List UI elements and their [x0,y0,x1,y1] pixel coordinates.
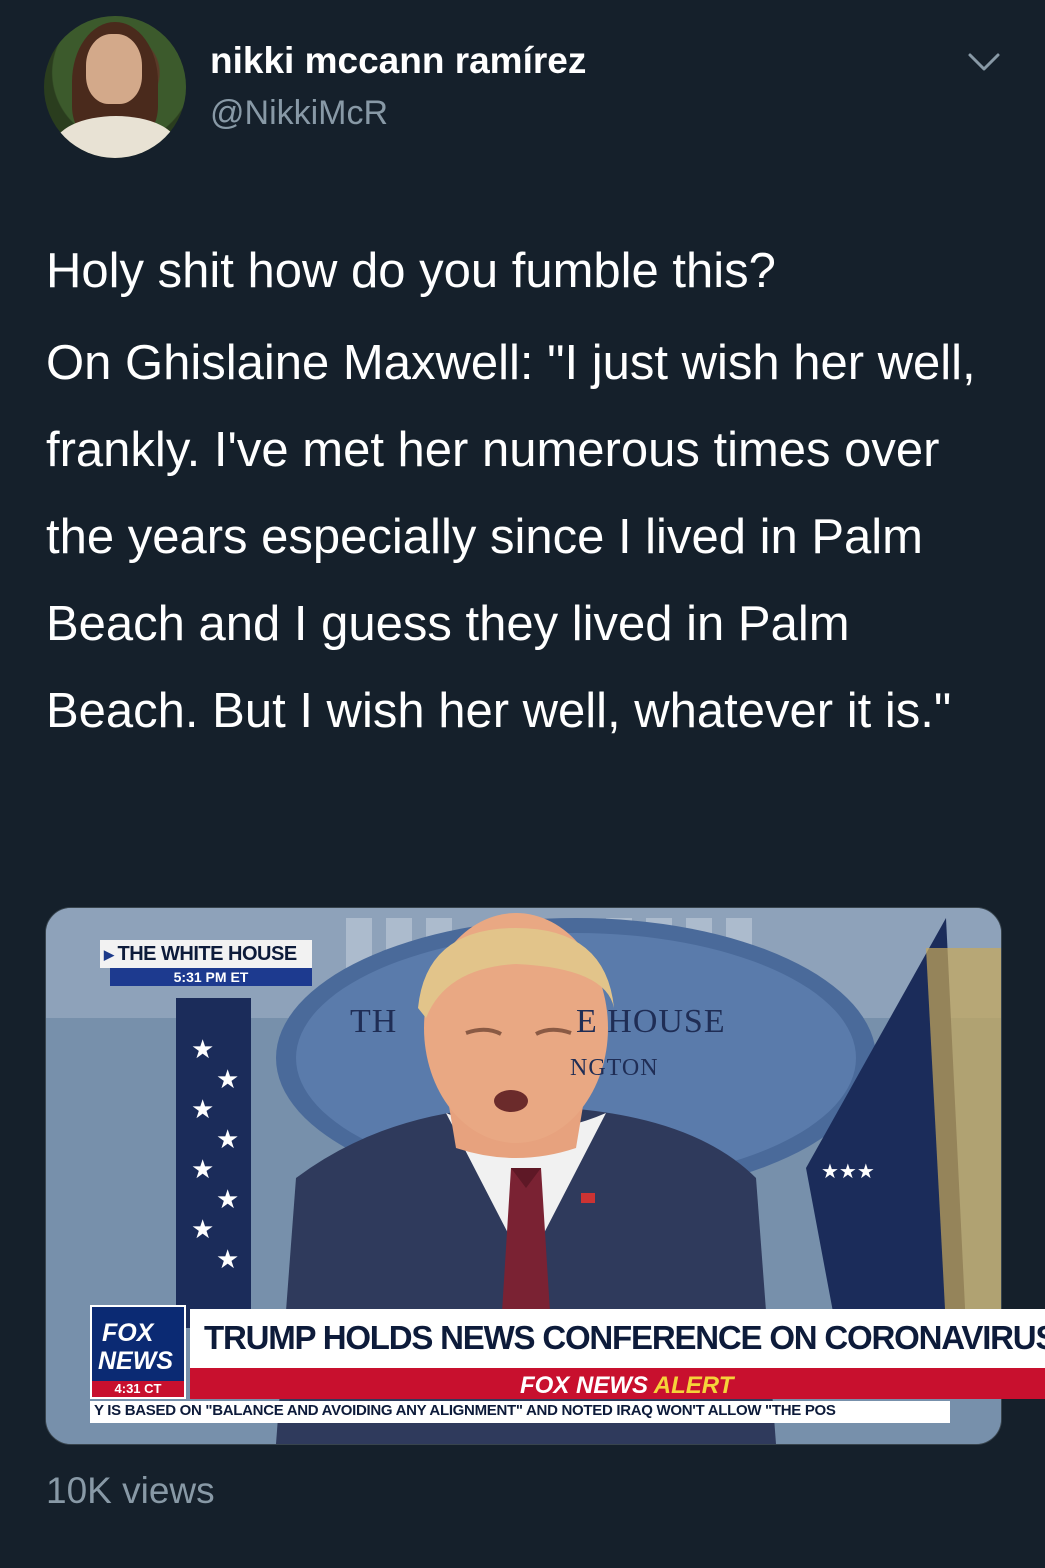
news-headline: TRUMP HOLDS NEWS CONFERENCE ON CORONAVIR… [204,1319,1045,1356]
seal-text-lower: NGTON [570,1055,659,1081]
location-time: 5:31 PM ET [110,968,312,986]
seal-text-left: TH [350,1003,398,1040]
news-ticker: Y IS BASED ON "BALANCE AND AVOIDING ANY … [94,1402,836,1419]
user-handle[interactable]: @NikkiMcR [210,94,388,133]
alert-word: ALERT [653,1372,734,1399]
tweet: nikki mccann ramírez @NikkiMcR Holy shit… [0,0,1045,1568]
tweet-text-line1: Holy shit how do you fumble this? [46,244,776,298]
location-label-text: THE WHITE HOUSE [117,943,298,965]
avatar-face [86,34,142,104]
seal-text-right: E HOUSE [576,1003,726,1040]
svg-text:★★★: ★★★ [821,1159,875,1183]
chevron-down-icon[interactable] [966,50,1002,74]
view-count: 10K views [46,1470,215,1511]
news-alert: FOX NEWS ALERT [520,1372,733,1400]
ticker-bar: Y IS BASED ON "BALANCE AND AVOIDING ANY … [90,1401,950,1423]
display-name[interactable]: nikki mccann ramírez [210,40,586,82]
avatar-shirt [54,116,178,158]
svg-text:★: ★ [191,1095,214,1125]
headline-bar: TRUMP HOLDS NEWS CONFERENCE ON CORONAVIR… [190,1309,1045,1371]
svg-text:★: ★ [216,1185,239,1215]
news-lower-third: FOX NEWS 4:31 CT TRUMP HOLDS NEWS CONFER… [90,1305,1045,1425]
network-logo-line1: FOX [102,1319,154,1347]
svg-text:★: ★ [191,1035,214,1065]
avatar[interactable] [44,16,186,158]
svg-text:★: ★ [216,1065,239,1095]
alert-bar: FOX NEWS ALERT [190,1371,1045,1399]
location-tag: ▶ THE WHITE HOUSE 5:31 PM ET [100,940,312,986]
network-logo-line2: NEWS [98,1347,173,1375]
tweet-text-body: On Ghislaine Maxwell: "I just wish her w… [46,336,976,738]
svg-text:★: ★ [216,1245,239,1275]
network-logo: FOX NEWS 4:31 CT [90,1305,186,1399]
play-arrow-icon: ▶ [104,946,114,962]
svg-text:★: ★ [191,1155,214,1185]
location-label: ▶ THE WHITE HOUSE [100,940,312,968]
svg-text:★: ★ [191,1215,214,1245]
alert-prefix: FOX NEWS [520,1372,649,1399]
network-time: 4:31 CT [92,1381,184,1397]
svg-text:★: ★ [216,1125,239,1155]
tweet-text: Holy shit how do you fumble this? On Ghi… [46,228,1006,755]
